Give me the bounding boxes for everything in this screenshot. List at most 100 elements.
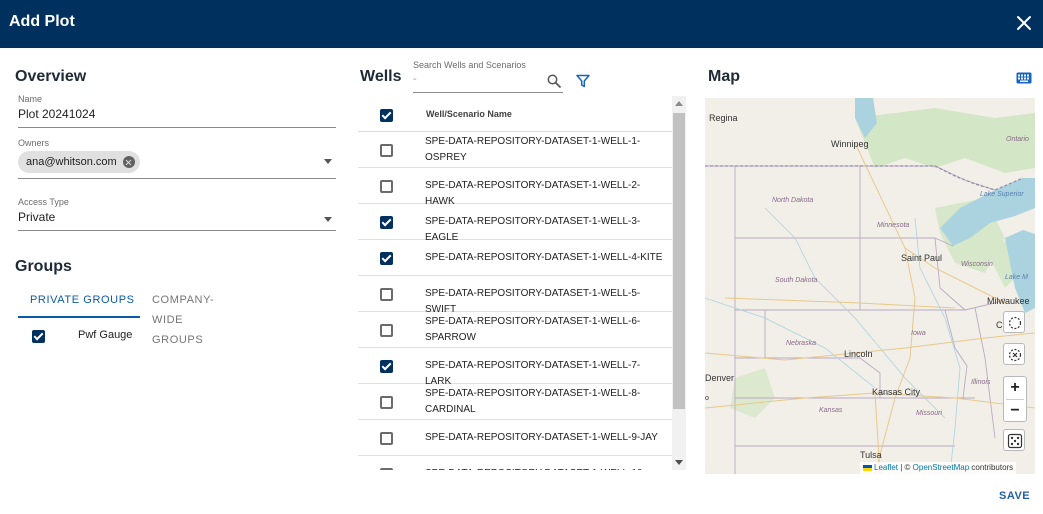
scroll-down-icon[interactable] xyxy=(675,460,683,465)
map-label-south-dakota: South Dakota xyxy=(775,277,818,284)
well-checkbox[interactable] xyxy=(380,288,393,301)
map-label-regina: Regina xyxy=(709,113,738,123)
owners-label: Owners xyxy=(18,138,50,148)
group-checkbox-pwf-gauge[interactable] xyxy=(32,330,45,343)
remove-chip-icon[interactable] xyxy=(122,156,135,168)
map-label-ontario: Ontario xyxy=(1006,136,1029,143)
map-label-lake-michigan: Lake M xyxy=(1005,274,1028,281)
map-label-partial: o xyxy=(705,395,709,402)
tab-private-groups[interactable]: PRIVATE GROUPS xyxy=(18,290,140,318)
table-row[interactable]: SPE-DATA-REPOSITORY-DATASET-1-WELL-5-SWI… xyxy=(358,276,672,315)
map-basemap xyxy=(705,98,1035,474)
zoom-control: + − xyxy=(1003,376,1027,422)
well-checkbox[interactable] xyxy=(380,180,393,193)
well-checkbox[interactable] xyxy=(380,252,393,265)
save-button[interactable]: SAVE xyxy=(999,490,1030,502)
search-label: Search Wells and Scenarios xyxy=(413,60,526,70)
wells-heading: Wells xyxy=(360,68,402,85)
well-checkbox[interactable] xyxy=(380,360,393,373)
table-row[interactable]: SPE-DATA-REPOSITORY-DATASET-1-WELL-9-JAY xyxy=(358,420,672,456)
well-name: SPE-DATA-REPOSITORY-DATASET-1-WELL-9-JAY xyxy=(425,432,658,443)
owner-chip-label: ana@whitson.com xyxy=(26,156,117,168)
owners-dropdown-icon[interactable] xyxy=(324,159,332,164)
osm-link[interactable]: OpenStreetMap xyxy=(913,463,969,472)
scroll-up-icon[interactable] xyxy=(675,101,683,106)
map-label-milwaukee: Milwaukee xyxy=(987,296,1030,306)
table-row[interactable]: SPE-DATA-REPOSITORY-DATASET-1-WELL-8- CAR… xyxy=(358,384,672,420)
table-row[interactable]: SPE-DATA-REPOSITORY-DATASET-1-WELL-4-KIT… xyxy=(358,240,672,276)
table-row[interactable]: SPE-DATA-REPOSITORY-DATASET-1-WELL-6- SPA… xyxy=(358,312,672,348)
attribution-suffix: contributors xyxy=(969,463,1014,472)
well-checkbox[interactable] xyxy=(380,216,393,229)
lasso-select-button[interactable] xyxy=(1003,311,1025,333)
map-label-kansas-city: Kansas City xyxy=(872,387,921,397)
map-label-illinois: Illinois xyxy=(971,379,991,386)
wells-search-input[interactable]: Search Wells and Scenarios - xyxy=(413,60,563,93)
close-icon[interactable] xyxy=(1015,14,1033,32)
well-checkbox[interactable] xyxy=(380,396,393,409)
point-select-icon xyxy=(1008,348,1022,362)
column-header-well-name: Well/Scenario Name xyxy=(426,109,512,119)
name-value[interactable]: Plot 20241024 xyxy=(18,107,336,123)
map-label-wisconsin: Wisconsin xyxy=(961,261,993,268)
dialog-title: Add Plot xyxy=(9,13,75,30)
wells-table: Well/Scenario Name SPE-DATA-REPOSITORY-D… xyxy=(358,96,672,470)
map-label-tulsa: Tulsa xyxy=(860,450,882,460)
map-label-saint-paul: Saint Paul xyxy=(901,253,943,263)
wells-table-header: Well/Scenario Name xyxy=(358,96,672,132)
name-label: Name xyxy=(18,94,43,104)
well-name: SPE-DATA-REPOSITORY-DATASET-1-WELL-10- xyxy=(425,466,665,470)
map-heading: Map xyxy=(708,68,740,85)
leaflet-link[interactable]: Leaflet xyxy=(874,463,898,472)
map-label-winnipeg: Winnipeg xyxy=(831,139,869,149)
wells-scrollbar[interactable] xyxy=(672,96,686,470)
map-label-lincoln: Lincoln xyxy=(844,349,873,359)
attribution-separator: | © xyxy=(898,463,913,472)
zoom-out-button[interactable]: − xyxy=(1004,400,1026,422)
groups-heading: Groups xyxy=(15,258,72,275)
map-label-chicago-partial: C xyxy=(996,320,1003,330)
filter-icon[interactable] xyxy=(576,74,590,88)
well-name: SPE-DATA-REPOSITORY-DATASET-1-WELL-4-KIT… xyxy=(425,252,663,263)
well-name: SPE-DATA-REPOSITORY-DATASET-1-WELL-6- SPA… xyxy=(425,316,641,343)
table-row[interactable]: SPE-DATA-REPOSITORY-DATASET-1-WELL-1- OSP… xyxy=(358,132,672,168)
map-label-denver: Denver xyxy=(705,373,735,383)
map-attribution: Leaflet | © OpenStreetMap contributors xyxy=(860,462,1017,474)
well-checkbox[interactable] xyxy=(380,432,393,445)
table-row[interactable]: SPE-DATA-REPOSITORY-DATASET-1-WELL-10- xyxy=(358,456,672,470)
well-checkbox[interactable] xyxy=(380,144,393,157)
keyboard-icon[interactable] xyxy=(1016,72,1032,84)
select-all-checkbox[interactable] xyxy=(380,109,393,122)
table-row[interactable]: SPE-DATA-REPOSITORY-DATASET-1-WELL-7-LAR… xyxy=(358,348,672,387)
table-row[interactable]: SPE-DATA-REPOSITORY-DATASET-1-WELL-3-EAG… xyxy=(358,204,672,243)
owner-chip: ana@whitson.com xyxy=(18,151,140,173)
map-label-kansas: Kansas xyxy=(819,407,843,414)
zoom-in-button[interactable]: + xyxy=(1004,377,1026,399)
search-icon[interactable] xyxy=(547,74,561,88)
well-checkbox[interactable] xyxy=(380,468,393,470)
fit-bounds-button[interactable] xyxy=(1003,429,1025,451)
tab-company-wide-groups[interactable]: COMPANY-WIDE GROUPS xyxy=(152,290,214,346)
access-type-value: Private xyxy=(18,210,56,224)
map-label-missouri: Missouri xyxy=(916,410,943,417)
well-checkbox[interactable] xyxy=(380,324,393,337)
scroll-thumb[interactable] xyxy=(673,113,685,409)
map-view[interactable]: Regina Winnipeg Saint Paul Milwaukee Lin… xyxy=(705,98,1035,474)
access-type-select[interactable]: Access Type Private xyxy=(18,197,336,231)
map-label-minnesota: Minnesota xyxy=(877,222,910,229)
lasso-icon xyxy=(1008,316,1022,330)
well-name: SPE-DATA-REPOSITORY-DATASET-1-WELL-1- OSP… xyxy=(425,136,641,163)
dialog-header: Add Plot xyxy=(0,0,1043,48)
group-label-pwf-gauge: Pwf Gauge xyxy=(78,329,133,341)
point-select-button[interactable] xyxy=(1003,343,1025,365)
table-row[interactable]: SPE-DATA-REPOSITORY-DATASET-1-WELL-2-HAW… xyxy=(358,168,672,207)
well-name: SPE-DATA-REPOSITORY-DATASET-1-WELL-8- CAR… xyxy=(425,388,641,415)
name-field[interactable]: Name Plot 20241024 xyxy=(18,94,336,128)
map-label-nebraska: Nebraska xyxy=(786,340,816,347)
search-value[interactable]: - xyxy=(413,73,563,85)
ukraine-flag-icon xyxy=(863,464,872,471)
owners-field[interactable]: Owners ana@whitson.com xyxy=(18,138,336,179)
map-label-lake-superior: Lake Superior xyxy=(980,191,1024,198)
access-dropdown-icon[interactable] xyxy=(324,217,332,222)
map-label-north-dakota: North Dakota xyxy=(772,197,814,204)
